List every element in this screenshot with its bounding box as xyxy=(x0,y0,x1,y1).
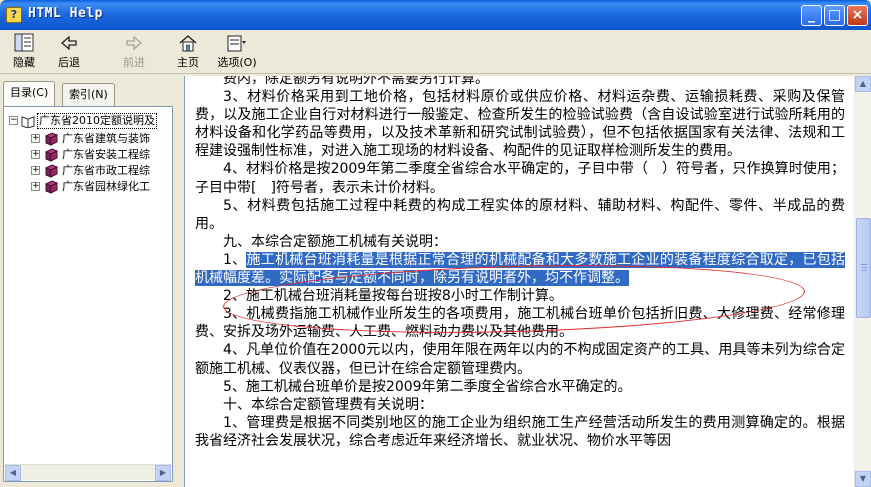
tree-item-root[interactable]: − 广东省2010定额说明及 xyxy=(4,113,172,129)
navigation-pane: 目录(C) 索引(N) − 广东省2010定额说明及 + 广东省建筑与装饰 + xyxy=(0,76,178,487)
forward-button[interactable]: 前进 xyxy=(112,33,156,73)
home-icon xyxy=(179,35,197,52)
close-button[interactable]: × xyxy=(847,5,868,26)
scroll-down-icon[interactable]: ▼ xyxy=(855,471,871,487)
paragraph: 1、管理费是根据不同类别地区的施工企业为组织施工生产经营活动所发生的费用测算确定… xyxy=(195,414,845,449)
scroll-right-icon[interactable]: ▶ xyxy=(155,465,171,481)
hide-pane-icon xyxy=(14,33,34,52)
expand-icon[interactable]: + xyxy=(31,150,40,159)
back-button[interactable]: 后退 xyxy=(47,33,91,73)
paragraph: 3、材料价格采用到工地价格，包括材料原价或供应价格、材料运杂费、运输损耗费、采购… xyxy=(195,89,845,160)
window-title: HTML Help xyxy=(28,6,103,21)
topic-text: 费内，除定额另有说明外不需要另行计算。 3、材料价格采用到工地价格，包括材料原价… xyxy=(195,76,845,450)
tab-index-label: 索引(N) xyxy=(69,88,108,101)
hide-button[interactable]: 隐藏 xyxy=(2,33,46,73)
tab-contents-label: 目录(C) xyxy=(10,86,49,99)
closed-book-icon xyxy=(44,180,58,194)
section-heading: 九、本综合定额施工机械有关说明： xyxy=(223,233,447,250)
tree-item-label: 广东省2010定额说明及 xyxy=(37,113,157,129)
expand-icon[interactable]: + xyxy=(31,134,40,143)
minimize-button[interactable]: _ xyxy=(801,5,822,26)
closed-book-icon xyxy=(44,164,58,178)
closed-book-icon xyxy=(44,148,58,162)
content-vertical-scrollbar[interactable]: ▲ ▼ xyxy=(854,76,871,487)
tab-contents[interactable]: 目录(C) xyxy=(3,81,56,106)
forward-label: 前进 xyxy=(123,56,145,69)
scroll-left-icon[interactable]: ◀ xyxy=(5,465,21,481)
topic-content-pane[interactable]: 费内，除定额另有说明外不需要另行计算。 3、材料价格采用到工地价格，包括材料原价… xyxy=(184,76,871,487)
back-arrow-icon xyxy=(61,35,77,51)
contents-tree[interactable]: − 广东省2010定额说明及 + 广东省建筑与装饰 + 广东省安装工程综 + 广… xyxy=(3,106,173,482)
tree-horizontal-scrollbar[interactable]: ◀ ▶ xyxy=(5,464,171,481)
expand-icon[interactable]: + xyxy=(31,182,40,191)
options-button[interactable]: 选项(O) xyxy=(215,33,259,73)
help-app-icon: ? xyxy=(6,7,22,23)
options-label: 选项(O) xyxy=(217,56,257,69)
paragraph: 费内，除定额另有说明外不需要另行计算。 xyxy=(223,76,489,87)
collapse-icon[interactable]: − xyxy=(9,116,18,125)
paragraph: 5、材料费包括施工过程中耗费的构成工程实体的原材料、辅助材料、构配件、零件、半成… xyxy=(195,197,845,232)
options-icon xyxy=(227,35,246,52)
home-label: 主页 xyxy=(177,56,199,69)
minimize-icon: _ xyxy=(808,7,815,23)
tree-item-label: 广东省安装工程综 xyxy=(62,148,150,161)
grip-line xyxy=(861,270,867,271)
closed-book-icon xyxy=(44,132,58,146)
grip-line xyxy=(861,264,867,265)
close-icon: × xyxy=(851,7,864,23)
hide-label: 隐藏 xyxy=(13,56,35,69)
grip-line xyxy=(861,267,867,268)
open-book-icon xyxy=(21,116,35,128)
paragraph: 4、材料价格是按2009年第二季度全省综合水平确定的，子目中带（ ）符号者，只作… xyxy=(195,161,845,196)
toolbar: 隐藏 后退 前进 主页 选项(O) xyxy=(0,30,871,74)
maximize-button[interactable]: □ xyxy=(824,5,845,26)
tree-item-label: 广东省园林绿化工 xyxy=(62,180,150,193)
maximize-icon: □ xyxy=(827,7,842,23)
title-bar[interactable]: ? HTML Help _ □ × xyxy=(0,0,871,30)
tree-item-label: 广东省市政工程综 xyxy=(62,164,150,177)
scroll-up-icon[interactable]: ▲ xyxy=(855,76,871,92)
back-label: 后退 xyxy=(58,56,80,69)
tree-item-label: 广东省建筑与装饰 xyxy=(62,132,150,145)
section-heading: 十、本综合定额管理费有关说明： xyxy=(223,396,433,413)
scroll-thumb[interactable] xyxy=(856,218,871,318)
item-number: 1、 xyxy=(223,251,247,268)
forward-arrow-icon xyxy=(126,35,142,51)
expand-icon[interactable]: + xyxy=(31,166,40,175)
tab-index[interactable]: 索引(N) xyxy=(62,83,115,106)
paragraph: 4、凡单位价值在2000元以内，使用年限在两年以内的不构成固定资产的工具、用具等… xyxy=(195,342,845,377)
home-button[interactable]: 主页 xyxy=(166,33,210,73)
paragraph: 5、施工机械台班单价是按2009年第二季度全省综合水平确定的。 xyxy=(223,378,632,395)
